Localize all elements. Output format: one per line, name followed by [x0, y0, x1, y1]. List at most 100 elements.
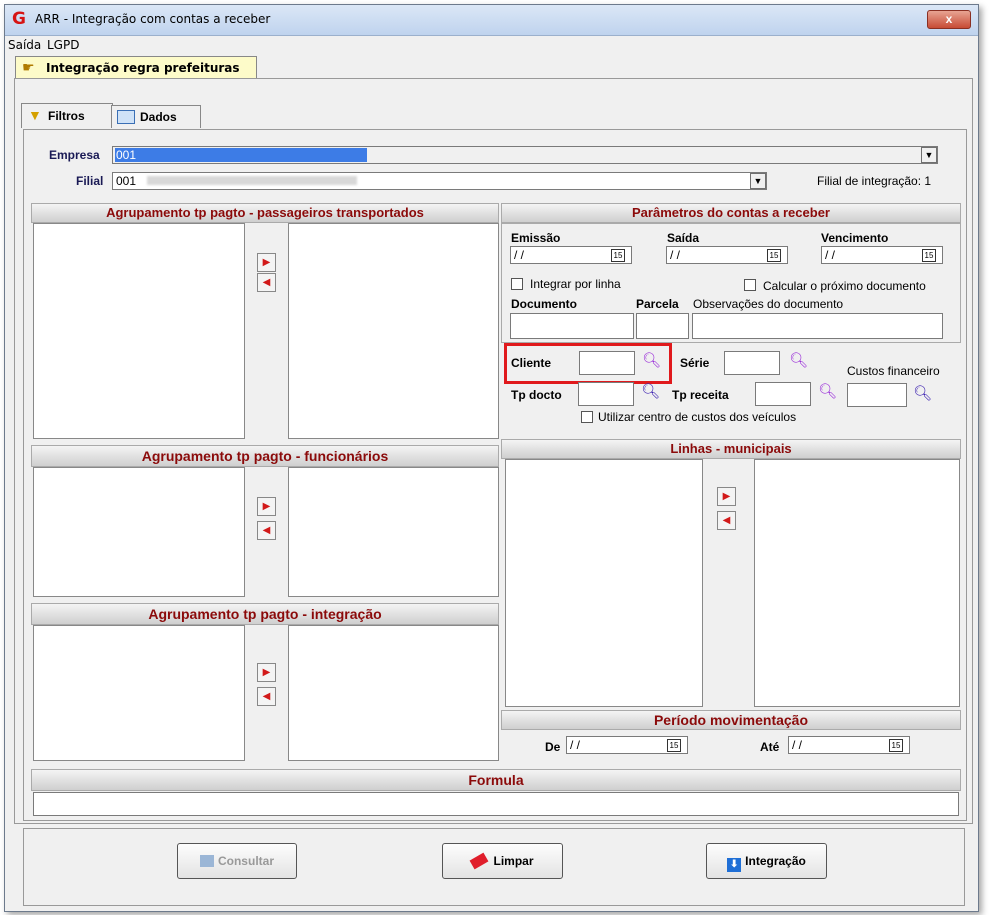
tab-integracao-regra-prefeituras[interactable]: ☛ Integração regra prefeituras: [15, 56, 257, 79]
section-periodo-header: Período movimentação: [501, 710, 961, 730]
tp-receita-input[interactable]: [755, 382, 811, 406]
chevron-down-icon: ▼: [924, 150, 934, 160]
close-button[interactable]: x: [927, 10, 971, 29]
emissao-date-value: / /: [514, 248, 525, 262]
grid-icon: [117, 110, 135, 124]
close-icon: x: [945, 12, 953, 26]
tab-dados[interactable]: Dados: [111, 105, 201, 128]
tp-receita-search-icon[interactable]: 🔍︎: [818, 384, 837, 400]
custos-financeiro-label: Custos financeiro: [847, 364, 940, 378]
centro-custos-label: Utilizar centro de custos dos veículos: [598, 410, 797, 424]
menu-bar: Saída LGPD: [5, 36, 978, 54]
integracao-selected-list[interactable]: [288, 625, 499, 761]
section-passageiros-header: Agrupamento tp pagto - passageiros trans…: [31, 203, 499, 223]
chevron-down-icon: ▼: [753, 176, 763, 186]
linhas-add-button[interactable]: ▶: [717, 487, 736, 506]
serie-search-icon[interactable]: 🔍︎: [789, 353, 808, 369]
tab-filtros[interactable]: ▼ Filtros: [21, 103, 113, 128]
parcela-input[interactable]: [636, 313, 689, 339]
arrow-left-icon: ◀: [262, 691, 271, 702]
serie-input[interactable]: [724, 351, 780, 375]
passageiros-add-button[interactable]: ▶: [257, 253, 276, 272]
funcionarios-add-button[interactable]: ▶: [257, 497, 276, 516]
filial-select[interactable]: 001: [112, 172, 767, 190]
integracao-add-button[interactable]: ▶: [257, 663, 276, 682]
empresa-redacted-value: [115, 148, 367, 162]
ate-calendar-icon[interactable]: 15: [889, 739, 903, 752]
funcionarios-selected-list[interactable]: [288, 467, 499, 597]
hand-document-icon: ☛: [22, 59, 35, 75]
empresa-dropdown-button[interactable]: ▼: [921, 147, 937, 163]
integrar-linha-label: Integrar por linha: [530, 277, 621, 291]
app-logo-icon: G: [12, 9, 26, 29]
eraser-icon: [470, 852, 489, 870]
section-parametros-header: Parâmetros do contas a receber: [501, 203, 961, 223]
filter-icon: ▼: [28, 107, 42, 123]
documento-input[interactable]: [510, 313, 634, 339]
observacoes-input[interactable]: [692, 313, 943, 339]
ate-label: Até: [760, 740, 780, 754]
linhas-selected-list[interactable]: [754, 459, 960, 707]
empresa-code: 001: [116, 148, 137, 162]
ate-date-value: / /: [792, 738, 803, 752]
integracao-available-list[interactable]: [33, 625, 245, 761]
section-formula-header: Formula: [31, 769, 961, 791]
de-label: De: [545, 740, 561, 754]
arrow-right-icon: ▶: [722, 491, 731, 502]
filial-integracao-label: Filial de integração: 1: [817, 174, 932, 188]
tp-docto-input[interactable]: [578, 382, 634, 406]
vencimento-calendar-icon[interactable]: 15: [922, 249, 936, 262]
emissao-label: Emissão: [511, 231, 561, 245]
funcionarios-available-list[interactable]: [33, 467, 245, 597]
passageiros-remove-button[interactable]: ◀: [257, 273, 276, 292]
de-date-value: / /: [570, 738, 581, 752]
empresa-select[interactable]: 001: [112, 146, 938, 164]
tp-receita-label: Tp receita: [672, 388, 729, 402]
emissao-calendar-icon[interactable]: 15: [611, 249, 625, 262]
filial-dropdown-button[interactable]: ▼: [750, 173, 766, 189]
tp-docto-label: Tp docto: [511, 388, 562, 402]
integracao-remove-button[interactable]: ◀: [257, 687, 276, 706]
custos-financeiro-input[interactable]: [847, 383, 907, 407]
tp-docto-search-icon[interactable]: 🔍︎: [641, 384, 660, 400]
tab-label: Integração regra prefeituras: [46, 61, 240, 75]
download-icon: ⬇: [727, 858, 742, 872]
saida-calendar-icon[interactable]: 15: [767, 249, 781, 262]
menu-saida[interactable]: Saída: [8, 38, 41, 52]
title-bar: G ARR - Integração com contas a receber …: [5, 5, 978, 36]
saida-label: Saída: [667, 231, 700, 245]
limpar-button[interactable]: Limpar: [442, 843, 563, 879]
integracao-button[interactable]: ⬇ Integração: [706, 843, 827, 879]
arrow-left-icon: ◀: [722, 515, 731, 526]
passageiros-available-list[interactable]: [33, 223, 245, 439]
linhas-available-list[interactable]: [505, 459, 703, 707]
section-funcionarios-header: Agrupamento tp pagto - funcionários: [31, 445, 499, 467]
formula-input[interactable]: [33, 792, 959, 816]
arrow-left-icon: ◀: [262, 525, 271, 536]
integrar-linha-checkbox[interactable]: [511, 278, 523, 290]
vencimento-date-value: / /: [825, 248, 836, 262]
tab-filtros-label: Filtros: [48, 109, 85, 123]
filial-label: Filial: [76, 174, 104, 188]
consultar-label: Consultar: [217, 854, 274, 868]
calcular-documento-checkbox[interactable]: [744, 279, 756, 291]
vencimento-label: Vencimento: [821, 231, 889, 245]
consultar-button[interactable]: Consultar: [177, 843, 297, 879]
tab-dados-label: Dados: [140, 110, 177, 124]
linhas-remove-button[interactable]: ◀: [717, 511, 736, 530]
observacoes-label: Observações do documento: [693, 297, 844, 311]
centro-custos-checkbox[interactable]: [581, 411, 593, 423]
arrow-right-icon: ▶: [262, 257, 271, 268]
integracao-label: Integração: [745, 854, 806, 868]
passageiros-selected-list[interactable]: [288, 223, 499, 439]
consultar-icon: [199, 855, 214, 867]
funcionarios-remove-button[interactable]: ◀: [257, 521, 276, 540]
empresa-label: Empresa: [49, 148, 100, 162]
custos-financeiro-search-icon[interactable]: 🔍︎: [913, 386, 932, 402]
arrow-left-icon: ◀: [262, 277, 271, 288]
arrow-right-icon: ▶: [262, 501, 271, 512]
de-calendar-icon[interactable]: 15: [667, 739, 681, 752]
serie-label: Série: [680, 356, 710, 370]
menu-lgpd[interactable]: LGPD: [47, 38, 79, 52]
window-title: ARR - Integração com contas a receber: [35, 12, 271, 26]
